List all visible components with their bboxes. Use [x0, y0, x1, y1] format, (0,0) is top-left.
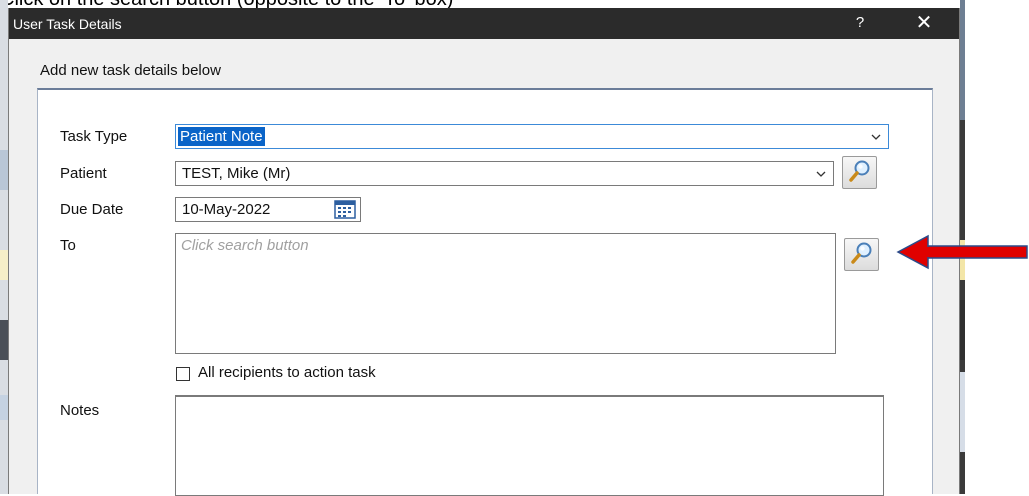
- due-date-label: Due Date: [60, 201, 124, 218]
- magnifier-icon: [849, 160, 870, 182]
- dialog-title: User Task Details: [13, 16, 122, 32]
- due-date-input[interactable]: 10-May-2022: [175, 197, 361, 222]
- chevron-down-icon: [816, 171, 826, 177]
- dialog-titlebar[interactable]: User Task Details ? ✕: [9, 8, 959, 39]
- calendar-icon[interactable]: [333, 199, 357, 221]
- to-placeholder: Click search button: [181, 237, 309, 254]
- to-label: To: [60, 237, 76, 254]
- help-button[interactable]: ?: [845, 12, 875, 34]
- task-type-select[interactable]: Patient Note: [175, 124, 889, 149]
- close-button[interactable]: ✕: [909, 10, 939, 36]
- notes-label: Notes: [60, 402, 100, 419]
- to-recipients-box[interactable]: Click search button: [175, 233, 836, 354]
- due-date-value: 10-May-2022: [182, 201, 271, 218]
- all-recipients-checkbox[interactable]: [176, 367, 190, 381]
- notes-textarea[interactable]: [175, 395, 884, 496]
- magnifier-icon: [851, 242, 872, 264]
- task-form-panel: Task Type Patient Note Patient TEST, Mik…: [37, 88, 933, 496]
- patient-search-button[interactable]: [842, 156, 877, 189]
- patient-label: Patient: [60, 165, 107, 182]
- patient-value: TEST, Mike (Mr): [182, 165, 291, 182]
- chevron-down-icon: [871, 134, 881, 140]
- dialog-subtitle: Add new task details below: [40, 62, 221, 79]
- to-search-button[interactable]: [844, 238, 879, 271]
- arrow-left-icon: [896, 234, 1028, 270]
- all-recipients-label: All recipients to action task: [198, 364, 376, 381]
- patient-select[interactable]: TEST, Mike (Mr): [175, 161, 834, 186]
- background-app-left: [0, 0, 8, 494]
- user-task-details-dialog: User Task Details ? ✕ Add new task detai…: [8, 8, 960, 496]
- task-type-value: Patient Note: [178, 127, 265, 146]
- task-type-label: Task Type: [60, 128, 128, 145]
